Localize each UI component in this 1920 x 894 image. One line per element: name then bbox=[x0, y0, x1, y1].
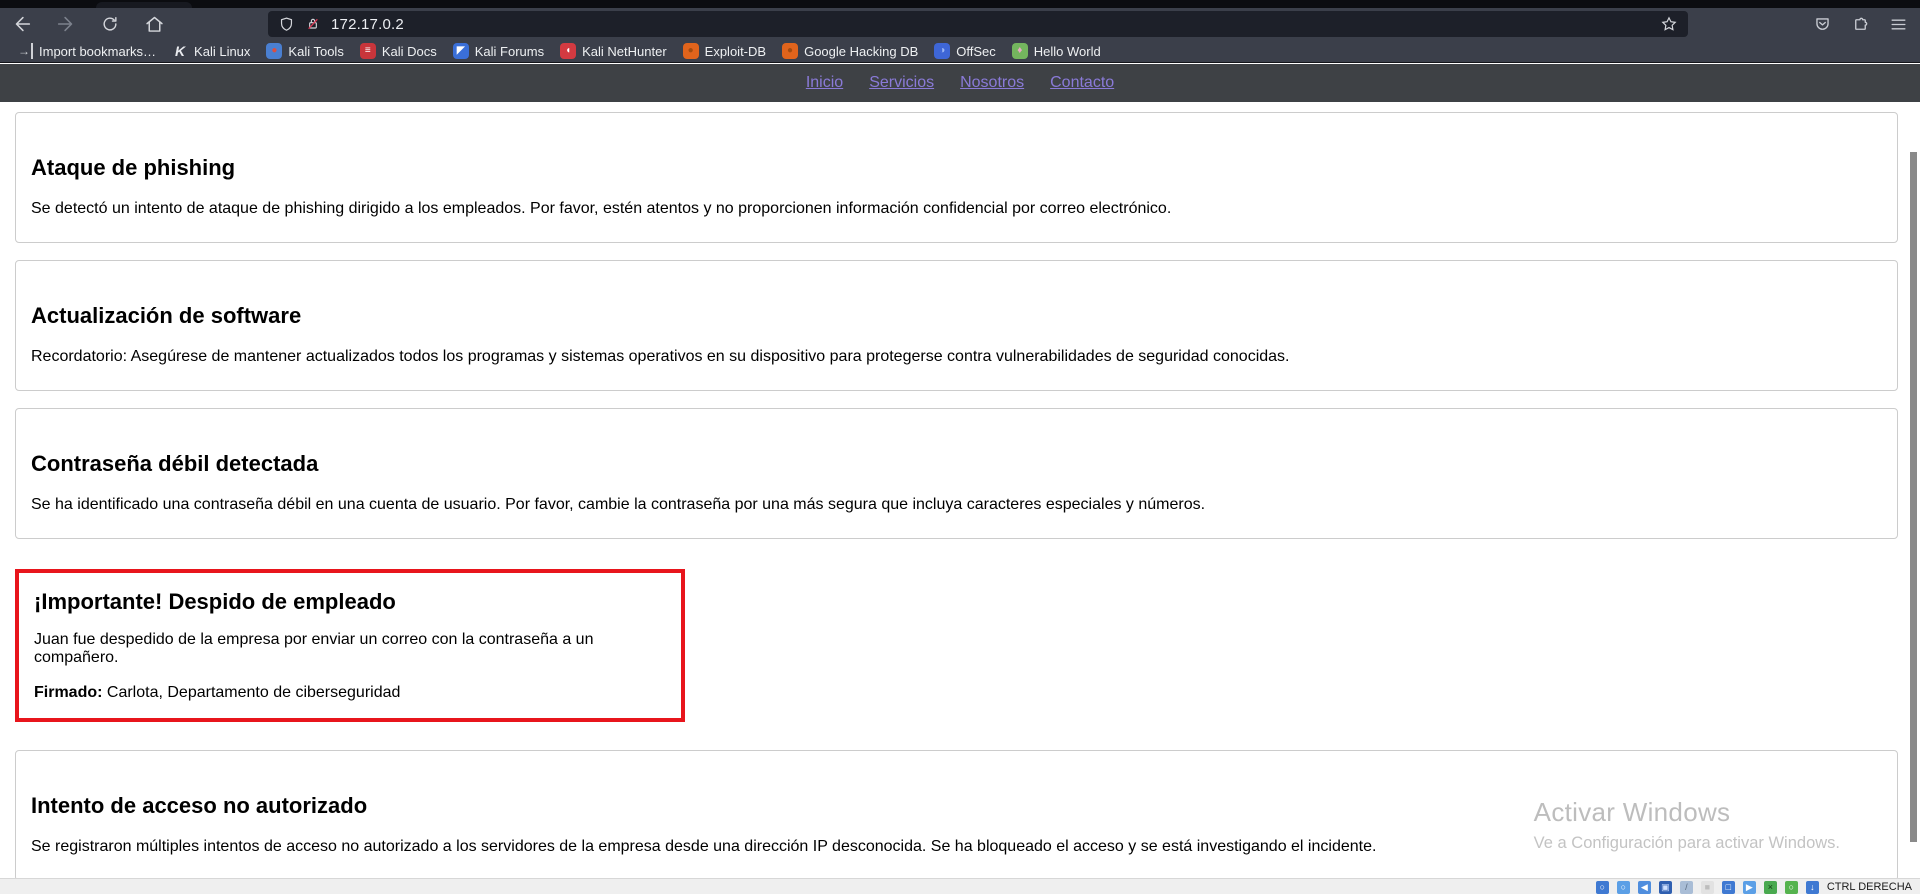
notice-body: Juan fue despedido de la empresa por env… bbox=[34, 631, 594, 666]
notice-title: Contraseña débil detectada bbox=[31, 451, 319, 476]
shared-folders-icon[interactable]: ■ bbox=[1700, 881, 1714, 894]
bookmark-kali-docs[interactable]: ≡ Kali Docs bbox=[353, 42, 444, 60]
bookmark-offsec[interactable]: ◑ OffSec bbox=[927, 42, 1003, 60]
home-icon bbox=[145, 16, 163, 32]
optical-drive-icon[interactable]: ○ bbox=[1616, 881, 1630, 894]
url-text[interactable]: 172.17.0.2 bbox=[331, 16, 404, 33]
pocket-button[interactable] bbox=[1808, 10, 1836, 38]
toolbar-right-buttons bbox=[1808, 10, 1912, 38]
back-arrow-icon bbox=[15, 16, 31, 32]
host-key-label: CTRL DERECHA bbox=[1826, 881, 1912, 893]
notice-phishing: Ataque de phishing Se detectó un intento… bbox=[15, 112, 1898, 243]
signature-label: Firmado: bbox=[34, 684, 103, 701]
bookmark-google-hacking-db[interactable]: ● Google Hacking DB bbox=[775, 42, 925, 60]
insecure-lock-icon bbox=[308, 18, 318, 30]
browser-toolbar: 172.17.0.2 bbox=[0, 8, 1920, 40]
offsec-icon: ◑ bbox=[934, 43, 951, 59]
menu-button[interactable] bbox=[1884, 10, 1912, 38]
notice-acceso: Intento de acceso no autorizado Se regis… bbox=[15, 750, 1898, 881]
notice-actualizacion: Actualización de software Recordatorio: … bbox=[15, 260, 1898, 391]
kali-nethunter-icon: ◖ bbox=[560, 43, 577, 59]
bookmark-label: Kali Forums bbox=[474, 43, 545, 59]
bookmark-label: Kali NetHunter bbox=[582, 43, 667, 59]
scrollbar-thumb[interactable] bbox=[1910, 152, 1917, 842]
notice-title: ¡Importante! Despido de empleado bbox=[34, 589, 396, 614]
back-button[interactable] bbox=[8, 10, 36, 38]
signature-text: Carlota, Departamento de ciberseguridad bbox=[102, 684, 401, 701]
bookmark-label: Import bookmarks… bbox=[39, 43, 157, 59]
nav-link-nosotros[interactable]: Nosotros bbox=[960, 74, 1024, 92]
vm-status-icons: ○ ○ ◀ ▣ / ■ □ ▶ × ○ ↓ bbox=[1595, 881, 1819, 894]
exploit-db-icon: ● bbox=[682, 43, 699, 59]
audio-icon[interactable]: ◀ bbox=[1637, 881, 1651, 894]
notice-title: Intento de acceso no autorizado bbox=[31, 793, 368, 818]
site-nav: Inicio Servicios Nosotros Contacto bbox=[806, 74, 1114, 92]
hello-world-icon: ♦ bbox=[1011, 43, 1028, 59]
notice-body: Se ha identificado una contraseña débil … bbox=[31, 496, 1206, 513]
network-icon[interactable]: ▣ bbox=[1658, 881, 1672, 894]
nav-buttons bbox=[8, 8, 168, 40]
bookmark-star-icon[interactable] bbox=[1660, 15, 1678, 33]
bookmark-exploit-db[interactable]: ● Exploit-DB bbox=[676, 42, 773, 60]
nav-link-inicio[interactable]: Inicio bbox=[806, 74, 843, 92]
bookmark-label: Kali Tools bbox=[288, 43, 344, 59]
features-icon[interactable]: × bbox=[1763, 881, 1777, 894]
extensions-button[interactable] bbox=[1846, 10, 1874, 38]
forward-arrow-icon bbox=[57, 16, 73, 32]
kali-tools-icon: ● bbox=[266, 43, 283, 59]
recording-icon[interactable]: ▶ bbox=[1742, 881, 1756, 894]
reload-button[interactable] bbox=[96, 10, 124, 38]
tracking-protection-shield-icon bbox=[280, 16, 293, 31]
notices-list: Ataque de phishing Se detectó un intento… bbox=[0, 102, 1920, 881]
notice-title: Actualización de software bbox=[31, 303, 302, 328]
url-bar[interactable]: 172.17.0.2 bbox=[268, 11, 1688, 37]
bookmark-kali-forums[interactable]: ◤ Kali Forums bbox=[446, 42, 551, 60]
notice-contrasena: Contraseña débil detectada Se ha identif… bbox=[15, 408, 1898, 539]
hard-disk-icon[interactable]: ○ bbox=[1595, 881, 1609, 894]
site-header: Inicio Servicios Nosotros Contacto bbox=[0, 64, 1920, 102]
forward-button[interactable] bbox=[52, 10, 80, 38]
keyboard-icon[interactable]: ↓ bbox=[1805, 881, 1819, 894]
hamburger-menu-icon bbox=[1890, 18, 1906, 30]
notice-body: Se registraron múltiples intentos de acc… bbox=[31, 838, 1377, 855]
pocket-icon bbox=[1815, 17, 1829, 30]
bookmark-label: Kali Linux bbox=[194, 43, 251, 59]
kali-docs-icon: ≡ bbox=[359, 43, 376, 59]
nav-link-servicios[interactable]: Servicios bbox=[869, 74, 934, 92]
notice-title: Ataque de phishing bbox=[31, 155, 236, 180]
nav-link-contacto[interactable]: Contacto bbox=[1050, 74, 1114, 92]
kali-forums-icon: ◤ bbox=[452, 43, 469, 59]
mouse-integration-icon[interactable]: ○ bbox=[1784, 881, 1798, 894]
bookmark-label: Hello World bbox=[1033, 43, 1101, 59]
vm-screen: 172.17.0.2 → Import bookmarks… K Kali Li… bbox=[0, 0, 1920, 894]
kali-linux-icon: K bbox=[174, 43, 186, 59]
bookmark-label: Exploit-DB bbox=[704, 43, 767, 59]
notice-signature: Firmado: Carlota, Departamento de cibers… bbox=[34, 684, 666, 702]
reload-icon bbox=[103, 17, 117, 31]
bookmark-kali-nethunter[interactable]: ◖ Kali NetHunter bbox=[553, 42, 674, 60]
bookmarks-toolbar: → Import bookmarks… K Kali Linux ● Kali … bbox=[0, 40, 1920, 63]
web-page: Inicio Servicios Nosotros Contacto Ataqu… bbox=[0, 64, 1920, 881]
google-hacking-db-icon: ● bbox=[782, 43, 799, 59]
bookmark-label: OffSec bbox=[956, 43, 996, 59]
bookmark-label: Kali Docs bbox=[381, 43, 437, 59]
notice-body: Recordatorio: Asegúrese de mantener actu… bbox=[31, 348, 1290, 365]
notice-body: Se detectó un intento de ataque de phish… bbox=[31, 200, 1172, 217]
display-icon[interactable]: □ bbox=[1721, 881, 1735, 894]
usb-icon[interactable]: / bbox=[1679, 881, 1693, 894]
vm-status-bar: ○ ○ ◀ ▣ / ■ □ ▶ × ○ ↓ CTRL DERECHA bbox=[0, 878, 1920, 894]
bookmark-label: Google Hacking DB bbox=[804, 43, 919, 59]
bookmark-kali-linux[interactable]: K Kali Linux bbox=[165, 42, 257, 60]
bookmark-import[interactable]: → Import bookmarks… bbox=[10, 42, 163, 60]
tab-strip bbox=[0, 0, 1920, 8]
puzzle-piece-icon bbox=[1854, 17, 1867, 30]
import-bookmarks-icon: → bbox=[17, 43, 33, 59]
notice-despido: ¡Importante! Despido de empleado Juan fu… bbox=[15, 569, 685, 722]
home-button[interactable] bbox=[140, 10, 168, 38]
bookmark-kali-tools[interactable]: ● Kali Tools bbox=[259, 42, 350, 60]
bookmark-hello-world[interactable]: ♦ Hello World bbox=[1005, 42, 1108, 60]
